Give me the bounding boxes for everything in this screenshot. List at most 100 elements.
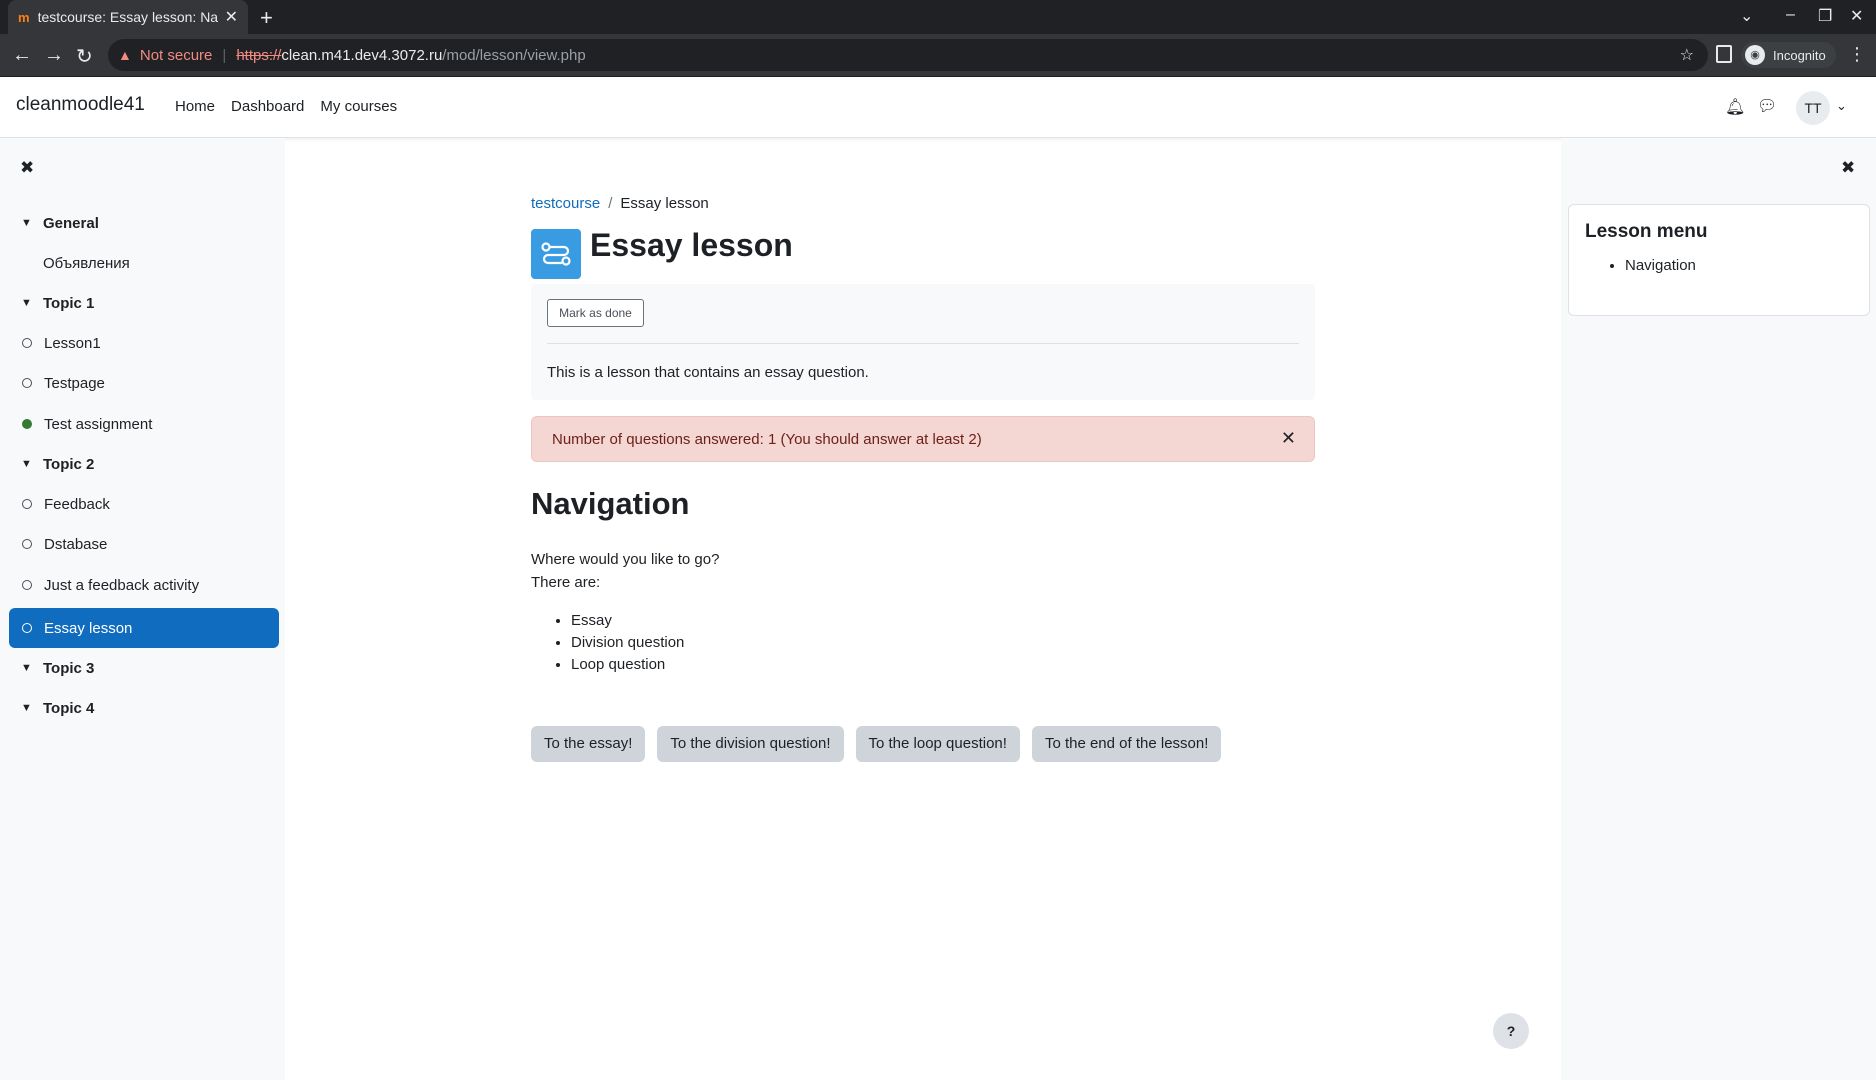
omnibox-separator: | xyxy=(222,46,227,64)
close-course-index-icon[interactable]: ✖ xyxy=(20,158,34,178)
to-division-question-button[interactable]: To the division question! xyxy=(657,726,844,762)
incognito-badge[interactable]: ◉ Incognito xyxy=(1741,42,1836,68)
close-block-drawer-icon[interactable]: ✖ xyxy=(1841,158,1855,178)
activity-label: Test assignment xyxy=(44,415,153,433)
course-item-dstabase[interactable]: Dstabase xyxy=(9,524,279,564)
section-label: Topic 4 xyxy=(43,699,95,717)
new-tab-icon[interactable]: + xyxy=(260,5,273,31)
questions-answered-alert: Number of questions answered: 1 (You sho… xyxy=(531,416,1315,462)
bookmark-star-icon[interactable]: ☆ xyxy=(1680,45,1694,65)
section-label: Topic 3 xyxy=(43,659,95,677)
section-label: Topic 1 xyxy=(43,294,95,312)
activity-label: Dstabase xyxy=(44,535,108,553)
messages-icon[interactable]: 💬︎ xyxy=(1757,96,1777,116)
lesson-menu-item-navigation[interactable]: Navigation xyxy=(1625,257,1853,274)
completion-circle-icon xyxy=(22,623,32,633)
course-section-topic-4[interactable]: ▼ Topic 4 xyxy=(9,688,279,728)
breadcrumb-course-link[interactable]: testcourse xyxy=(531,195,600,212)
activity-label: Feedback xyxy=(44,495,110,513)
chevron-down-icon[interactable]: ▼ xyxy=(21,217,43,229)
browser-menu-icon[interactable]: ⋮ xyxy=(1848,44,1866,65)
completion-circle-icon xyxy=(22,539,32,549)
breadcrumb-current: Essay lesson xyxy=(620,195,709,212)
course-item-just-a-feedback-activity[interactable]: Just a feedback activity xyxy=(9,565,279,605)
course-section-general[interactable]: ▼ General xyxy=(9,203,279,243)
side-panel-icon[interactable] xyxy=(1716,45,1732,63)
moodle-favicon-icon: m xyxy=(18,9,30,25)
list-item: Loop question xyxy=(571,654,684,676)
completion-circle-icon xyxy=(22,338,32,348)
tab-title: testcourse: Essay lesson: Na xyxy=(37,9,219,25)
browser-toolbar: ← → ↻ ▲ Not secure | https:// clean.m41.… xyxy=(0,34,1876,77)
completion-circle-icon xyxy=(22,499,32,509)
activity-label: Just a feedback activity xyxy=(44,576,200,594)
navigation-question: Where would you like to go? xyxy=(531,551,720,568)
lesson-activity-icon xyxy=(531,229,581,279)
course-item-testpage[interactable]: Testpage xyxy=(9,363,279,403)
lesson-menu-list: Navigation xyxy=(1585,257,1853,274)
user-menu-chevron-icon[interactable]: ⌄ xyxy=(1836,98,1847,114)
chevron-down-icon[interactable]: ▼ xyxy=(21,662,43,674)
completion-done-icon xyxy=(22,419,32,429)
warning-icon: ▲ xyxy=(118,47,132,63)
breadcrumb-separator: / xyxy=(608,195,613,212)
tab-search-icon[interactable]: ⌄ xyxy=(1740,6,1753,26)
activity-information: Mark as done This is a lesson that conta… xyxy=(531,284,1315,400)
nav-dashboard[interactable]: Dashboard xyxy=(231,98,304,115)
back-icon[interactable]: ← xyxy=(12,44,32,67)
list-item: Essay xyxy=(571,610,684,632)
forward-icon[interactable]: → xyxy=(44,44,64,67)
block-drawer: ✖ Lesson menu Navigation xyxy=(1561,138,1876,1080)
page-title: Essay lesson xyxy=(590,227,793,263)
reload-icon[interactable]: ↻ xyxy=(76,44,93,69)
divider xyxy=(547,343,1299,344)
dismiss-alert-icon[interactable]: ✕ xyxy=(1281,428,1296,449)
course-section-topic-2[interactable]: ▼ Topic 2 xyxy=(9,444,279,484)
help-button[interactable]: ? xyxy=(1493,1013,1529,1049)
browser-tab[interactable]: m testcourse: Essay lesson: Na ✕ xyxy=(8,0,248,34)
course-item-feedback[interactable]: Feedback xyxy=(9,484,279,524)
options-list: Essay Division question Loop question xyxy=(531,610,684,676)
section-label: General xyxy=(43,214,99,232)
activity-label: Essay lesson xyxy=(44,619,133,637)
activity-label: Testpage xyxy=(44,374,105,392)
list-item: Division question xyxy=(571,632,684,654)
completion-circle-icon xyxy=(22,580,32,590)
breadcrumb: testcourse / Essay lesson xyxy=(531,195,709,212)
chevron-down-icon[interactable]: ▼ xyxy=(21,458,43,470)
incognito-icon: ◉ xyxy=(1745,45,1765,65)
completion-circle-icon xyxy=(22,378,32,388)
mark-as-done-button[interactable]: Mark as done xyxy=(547,299,644,327)
minimize-icon[interactable]: – xyxy=(1786,6,1795,24)
user-avatar[interactable]: TT xyxy=(1796,91,1830,125)
to-essay-button[interactable]: To the essay! xyxy=(531,726,646,762)
close-window-icon[interactable]: ✕ xyxy=(1850,6,1863,26)
course-index-drawer: ✖ ▼ General Объявления ▼ Topic 1 Lesson1… xyxy=(0,138,285,1080)
there-are-text: There are: xyxy=(531,574,601,591)
course-item-lesson1[interactable]: Lesson1 xyxy=(9,323,279,363)
to-loop-question-button[interactable]: To the loop question! xyxy=(855,726,1020,762)
site-brand[interactable]: cleanmoodle41 xyxy=(16,94,145,116)
nav-my-courses[interactable]: My courses xyxy=(320,98,397,115)
branch-buttons: To the essay! To the division question! … xyxy=(531,726,1222,762)
chevron-down-icon[interactable]: ▼ xyxy=(21,702,43,714)
nav-home[interactable]: Home xyxy=(175,98,215,115)
restore-icon[interactable]: ❐ xyxy=(1818,6,1832,26)
primary-navigation: Home Dashboard My courses xyxy=(175,98,397,115)
security-label: Not secure xyxy=(139,46,213,64)
course-item-announcements[interactable]: Объявления xyxy=(9,243,279,283)
course-section-topic-1[interactable]: ▼ Topic 1 xyxy=(9,283,279,323)
url-host: clean.m41.dev4.3072.ru xyxy=(281,46,443,64)
site-navbar: cleanmoodle41 Home Dashboard My courses … xyxy=(0,77,1876,138)
notifications-bell-icon[interactable]: 🔔︎ xyxy=(1725,97,1745,117)
course-item-essay-lesson[interactable]: Essay lesson xyxy=(9,608,279,648)
address-bar[interactable]: ▲ Not secure | https:// clean.m41.dev4.3… xyxy=(108,39,1708,71)
to-end-of-lesson-button[interactable]: To the end of the lesson! xyxy=(1031,726,1222,762)
chevron-down-icon[interactable]: ▼ xyxy=(21,297,43,309)
course-section-topic-3[interactable]: ▼ Topic 3 xyxy=(9,648,279,688)
activity-description: This is a lesson that contains an essay … xyxy=(547,364,869,381)
lesson-menu-title: Lesson menu xyxy=(1585,221,1708,242)
course-item-test-assignment[interactable]: Test assignment xyxy=(9,404,279,444)
navigation-heading: Navigation xyxy=(531,486,690,521)
close-tab-icon[interactable]: ✕ xyxy=(225,7,238,27)
